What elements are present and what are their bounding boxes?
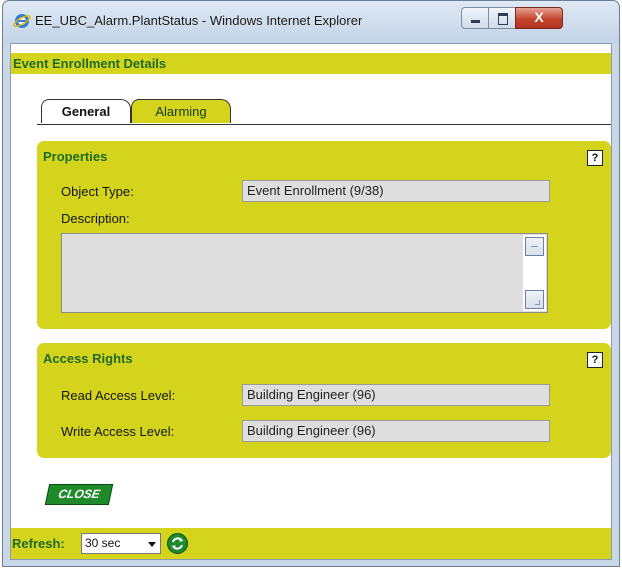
footer-bar: Refresh: 30 sec: [11, 528, 611, 559]
properties-title: Properties: [43, 149, 108, 164]
description-scrollbar[interactable]: [523, 235, 546, 311]
browser-window: EE_UBC_Alarm.PlantStatus - Windows Inter…: [2, 0, 620, 567]
scroll-up-button[interactable]: [525, 237, 544, 256]
window-title: EE_UBC_Alarm.PlantStatus - Windows Inter…: [35, 13, 363, 28]
ie-icon: [13, 14, 31, 28]
close-icon: X: [534, 9, 544, 25]
title-bar[interactable]: EE_UBC_Alarm.PlantStatus - Windows Inter…: [3, 1, 619, 43]
description-label: Description:: [61, 211, 130, 226]
scroll-down-button[interactable]: [525, 290, 544, 309]
refresh-icon[interactable]: [167, 533, 188, 554]
close-button[interactable]: CLOSE: [44, 484, 114, 505]
object-type-label: Object Type:: [61, 184, 134, 199]
page-content: Event Enrollment Details General Alarmin…: [10, 43, 612, 560]
page-title: Event Enrollment Details: [11, 53, 611, 74]
refresh-label: Refresh:: [12, 536, 65, 551]
chevron-down-icon: [148, 542, 156, 547]
tab-divider: [37, 124, 611, 125]
access-rights-help-button[interactable]: ?: [587, 352, 603, 368]
refresh-select-value: 30 sec: [85, 536, 121, 550]
close-window-button[interactable]: X: [515, 7, 563, 29]
write-access-label: Write Access Level:: [61, 424, 175, 439]
read-access-field: Building Engineer (96): [242, 384, 550, 406]
access-rights-panel: Access Rights ? Read Access Level: Build…: [37, 343, 611, 458]
refresh-select[interactable]: 30 sec: [81, 533, 161, 554]
description-textarea[interactable]: [61, 233, 548, 313]
properties-help-button[interactable]: ?: [587, 150, 603, 166]
tab-alarming[interactable]: Alarming: [131, 99, 231, 123]
maximize-button[interactable]: [488, 7, 516, 29]
read-access-label: Read Access Level:: [61, 388, 176, 403]
write-access-field: Building Engineer (96): [242, 420, 550, 442]
access-rights-title: Access Rights: [43, 351, 133, 366]
object-type-field: Event Enrollment (9/38): [242, 180, 550, 202]
minimize-button[interactable]: [461, 7, 489, 29]
properties-panel: Properties ? Object Type: Event Enrollme…: [37, 141, 611, 329]
tab-general[interactable]: General: [41, 99, 131, 123]
